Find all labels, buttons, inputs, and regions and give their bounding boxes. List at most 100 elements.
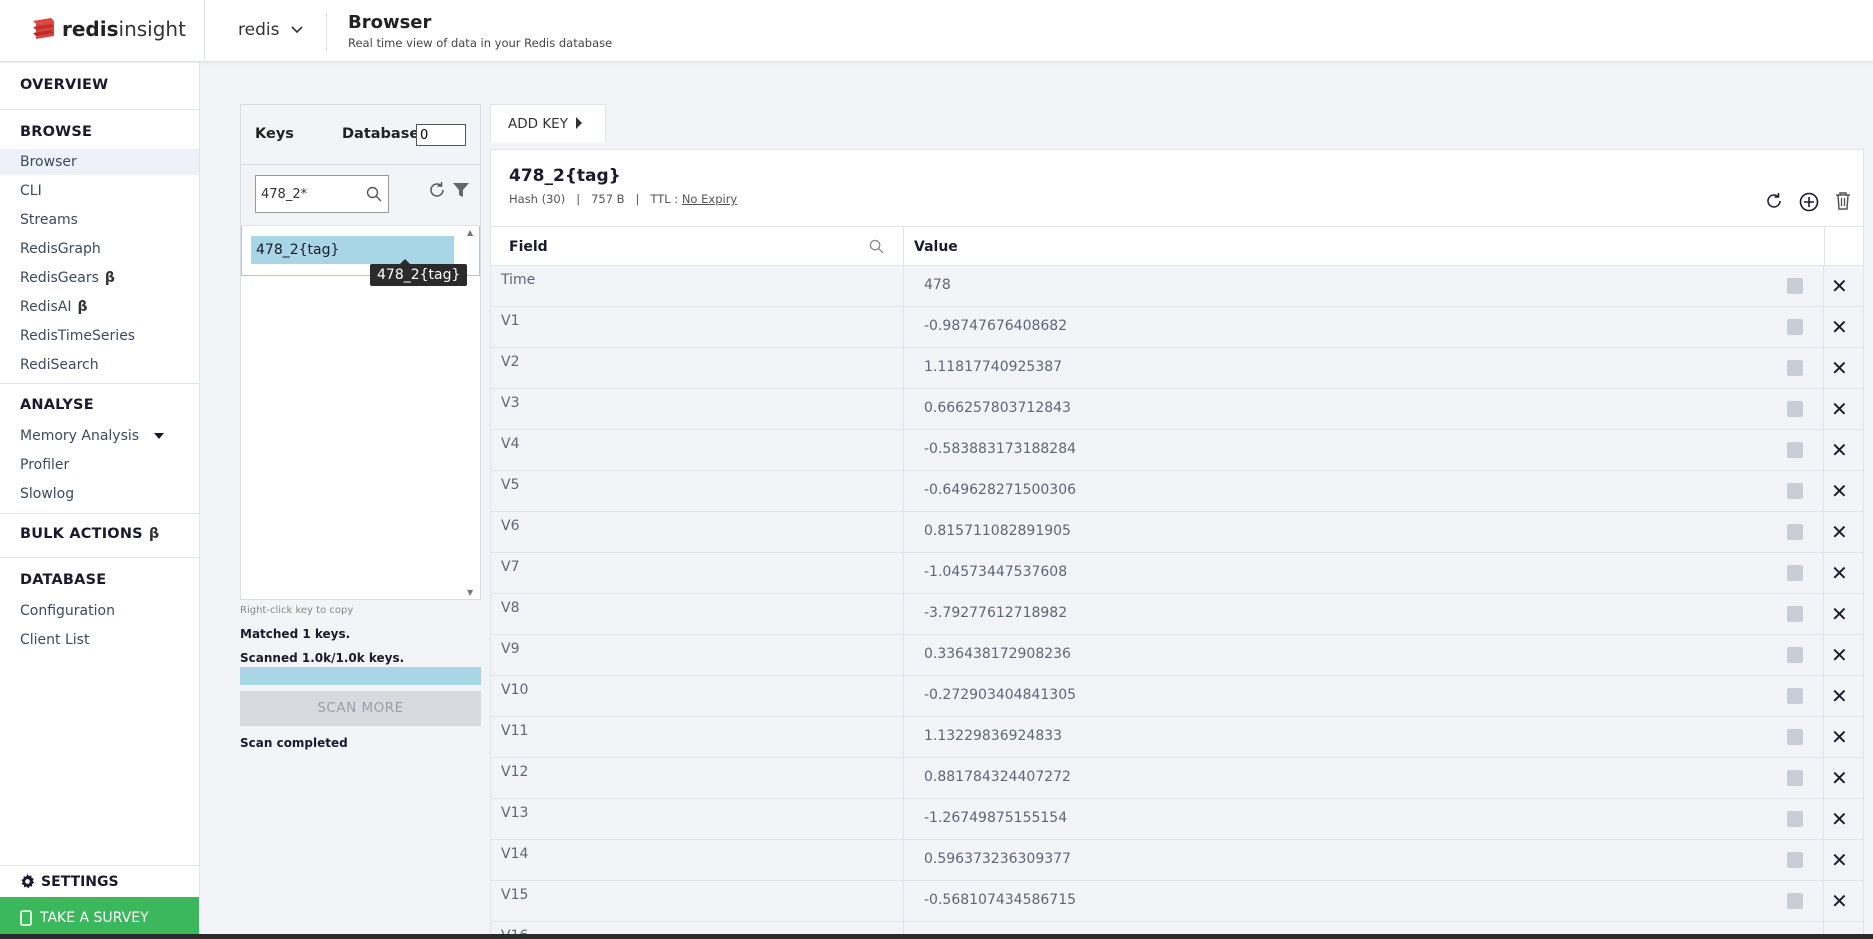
field-value[interactable]: 0.336438172908236	[924, 646, 1071, 662]
column-divider	[1824, 227, 1825, 267]
sidebar-item-redisgraph[interactable]: RedisGraph	[0, 236, 199, 262]
sidebar-item-overview[interactable]: OVERVIEW	[20, 77, 108, 93]
edit-icon[interactable]	[1787, 319, 1803, 335]
field-value[interactable]: -0.568107434586715	[924, 892, 1076, 908]
sidebar-item-redisai[interactable]: RedisAI β	[0, 294, 199, 320]
close-icon[interactable]: ✕	[1831, 520, 1848, 544]
search-icon[interactable]	[869, 239, 884, 254]
scroll-down-icon[interactable]: ▼	[467, 588, 473, 597]
value-cell	[903, 266, 1824, 306]
close-icon[interactable]: ✕	[1831, 725, 1848, 749]
field-value[interactable]: -0.272903404841305	[924, 687, 1076, 703]
sidebar-item-cli[interactable]: CLI	[0, 178, 199, 204]
header-divider	[326, 12, 327, 52]
close-icon[interactable]: ✕	[1831, 602, 1848, 626]
refresh-icon[interactable]	[1765, 192, 1783, 210]
field-value[interactable]: 1.11817740925387	[924, 359, 1062, 375]
close-icon[interactable]: ✕	[1831, 274, 1848, 298]
sidebar-item-label: RedisTimeSeries	[20, 328, 136, 344]
sidebar-item-slowlog[interactable]: Slowlog	[0, 481, 199, 507]
field-value[interactable]: 0.666257803712843	[924, 400, 1071, 416]
close-icon[interactable]: ✕	[1831, 561, 1848, 585]
scan-more-button[interactable]: SCAN MORE	[240, 691, 481, 726]
close-icon[interactable]: ✕	[1831, 807, 1848, 831]
database-index-input[interactable]	[416, 124, 466, 146]
key-search-box[interactable]	[255, 175, 389, 213]
field-name: V14	[501, 846, 529, 862]
edit-icon[interactable]	[1787, 483, 1803, 499]
field-value[interactable]: -0.98747676408682	[924, 318, 1067, 334]
field-value[interactable]: 0.815711082891905	[924, 523, 1071, 539]
edit-icon[interactable]	[1787, 442, 1803, 458]
ttl-value[interactable]: No Expiry	[682, 192, 737, 206]
search-icon[interactable]	[366, 186, 382, 202]
database-selector[interactable]: redis	[238, 20, 304, 40]
close-icon[interactable]: ✕	[1831, 684, 1848, 708]
hash-fields-table: Time 478 ✕ V1 -0.98747676408682 ✕ V2 1.11817740…	[491, 266, 1863, 938]
key-search-input[interactable]	[261, 184, 361, 204]
sidebar-item-client-list[interactable]: Client List	[0, 627, 199, 653]
scroll-up-icon[interactable]: ▲	[467, 228, 473, 237]
page-subtitle: Real time view of data in your Redis dat…	[348, 36, 613, 50]
field-value[interactable]: -1.26749875155154	[924, 810, 1067, 826]
redisinsight-logo[interactable]: redisinsight	[30, 16, 186, 42]
field-value[interactable]: -3.79277612718982	[924, 605, 1067, 621]
brand-rest: insight	[118, 17, 186, 41]
settings-button[interactable]: SETTINGS	[0, 865, 199, 897]
table-row: V15 -0.568107434586715 ✕	[491, 881, 1863, 922]
field-value[interactable]: -0.649628271500306	[924, 482, 1076, 498]
field-value[interactable]: -0.583883173188284	[924, 441, 1076, 457]
key-list-item[interactable]: 478_2{tag}	[251, 236, 454, 264]
sidebar-item-redisgears[interactable]: RedisGears β	[0, 265, 199, 291]
edit-icon[interactable]	[1787, 565, 1803, 581]
close-icon[interactable]: ✕	[1831, 889, 1848, 913]
edit-icon[interactable]	[1787, 606, 1803, 622]
close-icon[interactable]: ✕	[1831, 438, 1848, 462]
close-icon[interactable]: ✕	[1831, 766, 1848, 790]
sidebar-item-streams[interactable]: Streams	[0, 207, 199, 233]
close-icon[interactable]: ✕	[1831, 315, 1848, 339]
edit-icon[interactable]	[1787, 688, 1803, 704]
close-icon[interactable]: ✕	[1831, 356, 1848, 380]
field-name: V6	[501, 518, 520, 534]
field-value[interactable]: -1.04573447537608	[924, 564, 1067, 580]
sidebar-item-memory-analysis[interactable]: Memory Analysis	[0, 423, 199, 449]
close-icon[interactable]: ✕	[1831, 479, 1848, 503]
field-name: V5	[501, 477, 520, 493]
trash-icon[interactable]	[1835, 192, 1851, 210]
edit-icon[interactable]	[1787, 893, 1803, 909]
edit-icon[interactable]	[1787, 524, 1803, 540]
close-icon[interactable]: ✕	[1831, 643, 1848, 667]
filter-icon[interactable]	[452, 181, 470, 199]
close-icon[interactable]: ✕	[1831, 848, 1848, 872]
edit-icon[interactable]	[1787, 729, 1803, 745]
sidebar-item-redistimeseries[interactable]: RedisTimeSeries	[0, 323, 199, 349]
edit-icon[interactable]	[1787, 401, 1803, 417]
field-name: V3	[501, 395, 520, 411]
field-value[interactable]: 0.596373236309377	[924, 851, 1071, 867]
sidebar-item-browser[interactable]: Browser	[0, 149, 199, 175]
sidebar-item-profiler[interactable]: Profiler	[0, 452, 199, 478]
field-value[interactable]: 1.13229836924833	[924, 728, 1062, 744]
sidebar-item-redisearch[interactable]: RediSearch	[0, 352, 199, 378]
sidebar-item-label: Streams	[20, 212, 78, 228]
close-icon[interactable]: ✕	[1831, 397, 1848, 421]
sidebar-item-label: RediSearch	[20, 357, 99, 373]
take-survey-button[interactable]: TAKE A SURVEY	[0, 897, 199, 939]
edit-icon[interactable]	[1787, 360, 1803, 376]
refresh-icon[interactable]	[428, 181, 446, 199]
field-value[interactable]: 478	[924, 277, 951, 293]
sidebar-item-configuration[interactable]: Configuration	[0, 598, 199, 624]
edit-icon[interactable]	[1787, 278, 1803, 294]
keys-panel: Keys Database: 478_2{tag} ▲ ▼	[240, 104, 481, 600]
field-value[interactable]: 0.881784324407272	[924, 769, 1071, 785]
edit-icon[interactable]	[1787, 811, 1803, 827]
edit-icon[interactable]	[1787, 852, 1803, 868]
add-field-icon[interactable]	[1799, 192, 1819, 212]
table-row: V11 1.13229836924833 ✕	[491, 717, 1863, 758]
add-key-button[interactable]: ADD KEY	[490, 104, 606, 143]
edit-icon[interactable]	[1787, 647, 1803, 663]
edit-icon[interactable]	[1787, 770, 1803, 786]
sidebar-divider	[0, 383, 199, 384]
sidebar-item-bulk-actions[interactable]: BULK ACTIONS β	[20, 526, 159, 542]
